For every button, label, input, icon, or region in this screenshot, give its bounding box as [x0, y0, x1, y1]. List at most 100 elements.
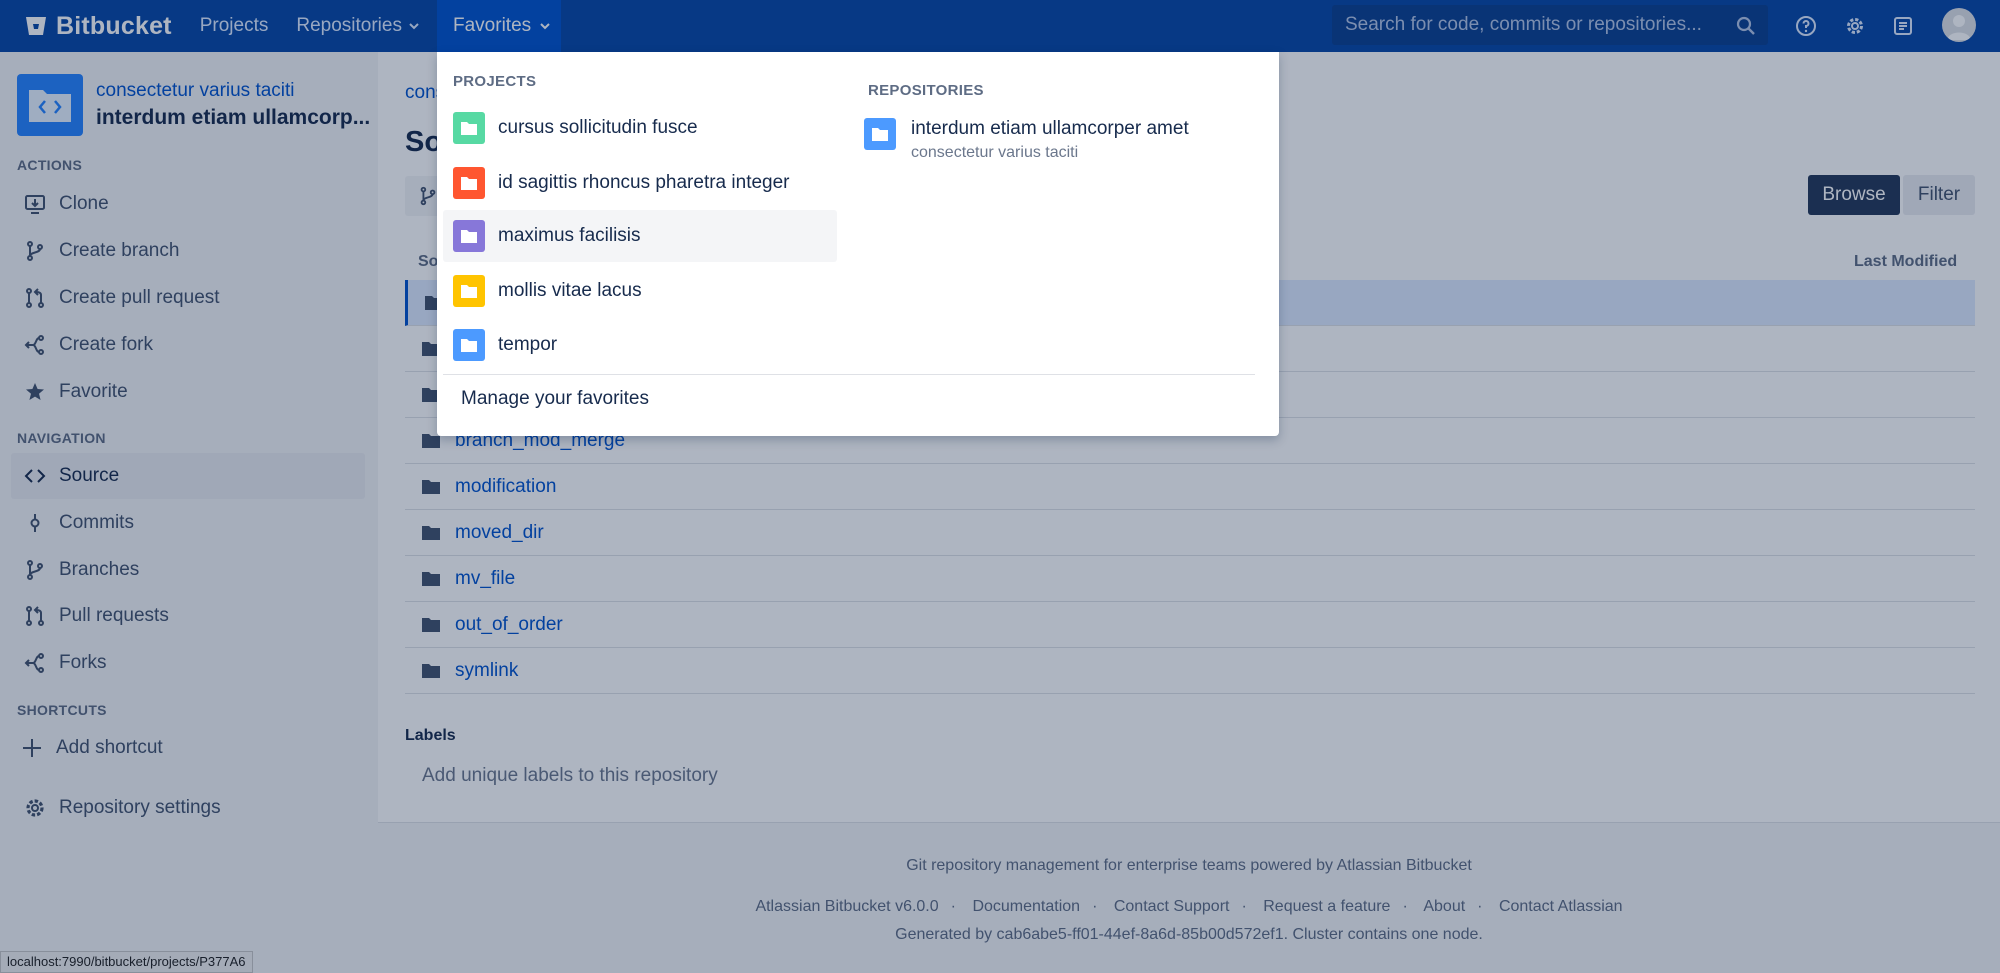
commit-icon	[30, 514, 40, 532]
sidebar-item-clone[interactable]: Clone	[11, 181, 365, 227]
table-row[interactable]: moved_dir	[405, 510, 1975, 556]
source-column-header: So	[418, 253, 439, 270]
repository-avatar[interactable]	[17, 74, 83, 136]
search-input[interactable]	[1345, 14, 1725, 36]
star-icon	[26, 383, 44, 400]
file-link[interactable]: moved_dir	[455, 522, 544, 544]
clone-icon	[25, 195, 45, 214]
gear-icon[interactable]	[1843, 14, 1867, 38]
gear-icon	[26, 799, 44, 817]
favorites-dropdown: PROJECTS cursus sollicitudin fusce id sa…	[437, 52, 1279, 436]
sidebar-item-label: Forks	[59, 652, 107, 673]
avatar[interactable]	[1942, 8, 1976, 42]
favorite-repository-item[interactable]: interdum etiam ullamcorper amet consecte…	[864, 118, 1189, 162]
file-link[interactable]: out_of_order	[455, 614, 563, 636]
favorite-project-item[interactable]: tempor	[443, 319, 837, 371]
footer-link-about[interactable]: About	[1423, 898, 1465, 915]
fork-icon	[24, 653, 44, 673]
repositories-heading: REPOSITORIES	[868, 82, 984, 99]
sidebar-item-commits[interactable]: Commits	[11, 500, 365, 546]
nav-favorites[interactable]: Favorites	[437, 0, 561, 52]
project-avatar	[453, 112, 485, 144]
folder-icon	[461, 339, 477, 352]
folder-icon	[422, 664, 440, 678]
branch-icon	[27, 241, 43, 261]
favorite-repository-project: consectetur varius taciti	[911, 144, 1079, 161]
sidebar-item-source[interactable]: Source	[11, 453, 365, 499]
favorite-project-item[interactable]: maximus facilisis	[443, 210, 837, 262]
sidebar-item-label: Create fork	[59, 334, 153, 355]
nav-repositories[interactable]: Repositories	[296, 0, 420, 52]
add-labels-link[interactable]: Add unique labels to this repository	[422, 765, 718, 787]
favorite-project-label: mollis vitae lacus	[498, 280, 642, 301]
sidebar-item-create-branch[interactable]: Create branch	[11, 228, 365, 274]
branch-icon	[420, 186, 436, 206]
table-row[interactable]: mv_file	[405, 556, 1975, 602]
file-link[interactable]: mv_file	[455, 568, 515, 590]
notifications-icon[interactable]	[1891, 14, 1915, 38]
browse-button[interactable]: Browse	[1808, 175, 1900, 215]
fork-icon	[24, 335, 44, 355]
branch-icon	[27, 560, 43, 580]
folder-icon	[461, 122, 477, 135]
nav-projects[interactable]: Projects	[200, 0, 269, 52]
repository-settings-link[interactable]: Repository settings	[11, 785, 365, 831]
sidebar-item-pull-requests[interactable]: Pull requests	[11, 593, 365, 639]
folder-icon	[872, 128, 888, 141]
sidebar-item-create-pull-request[interactable]: Create pull request	[11, 275, 365, 321]
repository-settings-label: Repository settings	[59, 797, 221, 818]
footer-link-documentation[interactable]: Documentation	[972, 898, 1080, 915]
footer-link-version[interactable]: Atlassian Bitbucket v6.0.0	[755, 898, 938, 915]
labels-heading: Labels	[405, 727, 456, 744]
sidebar-item-create-fork[interactable]: Create fork	[11, 322, 365, 368]
project-link[interactable]: consectetur varius taciti	[96, 80, 370, 102]
table-row[interactable]: out_of_order	[405, 602, 1975, 648]
help-icon[interactable]	[1794, 14, 1818, 38]
footer-links: Atlassian Bitbucket v6.0.0 · Documentatio…	[755, 898, 1623, 915]
favorite-project-item[interactable]: id sagittis rhoncus pharetra integer	[443, 157, 837, 209]
filter-button[interactable]: Filter	[1903, 175, 1975, 215]
folder-icon	[461, 230, 477, 243]
sidebar-item-favorite[interactable]: Favorite	[11, 369, 365, 415]
sidebar-item-label: Commits	[59, 512, 134, 533]
favorite-project-label: maximus facilisis	[498, 225, 641, 246]
repository-name[interactable]: interdum etiam ullamcorp...	[96, 106, 370, 130]
footer-generated: Generated by cab6abe5-ff01-44ef-8a6d-85b…	[895, 926, 1483, 943]
project-avatar	[453, 220, 485, 252]
footer-link-request-feature[interactable]: Request a feature	[1263, 898, 1390, 915]
chevron-down-icon	[409, 23, 419, 30]
add-shortcut-button[interactable]: Add shortcut	[11, 725, 365, 771]
favorite-project-item[interactable]: mollis vitae lacus	[443, 265, 837, 317]
footer-link-contact-atlassian[interactable]: Contact Atlassian	[1499, 898, 1623, 915]
folder-icon	[461, 285, 477, 298]
folder-icon	[422, 480, 440, 494]
last-modified-column-header: Last Modified	[1854, 253, 1958, 270]
bitbucket-logo[interactable]: Bitbucket	[24, 0, 172, 52]
file-link[interactable]: symlink	[455, 660, 518, 682]
folder-icon	[422, 572, 440, 586]
footer-link-contact-support[interactable]: Contact Support	[1114, 898, 1230, 915]
projects-heading: PROJECTS	[453, 73, 537, 90]
table-row[interactable]: symlink	[405, 648, 1975, 694]
app-name: Bitbucket	[56, 11, 172, 40]
table-row[interactable]: modification	[405, 464, 1975, 510]
file-link[interactable]: modification	[455, 476, 556, 498]
sidebar-item-label: Create pull request	[59, 287, 220, 308]
nav-repositories-label: Repositories	[296, 15, 402, 36]
shortcuts-heading: SHORTCUTS	[17, 702, 107, 718]
footer-tagline: Git repository management for enterprise…	[906, 857, 1472, 874]
sidebar-item-label: Favorite	[59, 381, 128, 402]
sidebar-item-forks[interactable]: Forks	[11, 640, 365, 686]
navigation-heading: NAVIGATION	[17, 430, 106, 446]
repository-avatar	[864, 118, 896, 150]
folder-icon	[422, 618, 440, 632]
sidebar-item-branches[interactable]: Branches	[11, 547, 365, 593]
manage-favorites-link[interactable]: Manage your favorites	[461, 388, 649, 410]
sidebar-item-label: Source	[59, 465, 120, 486]
favorite-project-item[interactable]: cursus sollicitudin fusce	[443, 102, 837, 154]
sidebar-item-label: Branches	[59, 559, 140, 580]
search-icon[interactable]	[1736, 16, 1756, 36]
sidebar-item-label: Pull requests	[59, 605, 169, 626]
user-avatar-icon	[1947, 15, 1971, 40]
favorite-project-label: cursus sollicitudin fusce	[498, 117, 698, 138]
